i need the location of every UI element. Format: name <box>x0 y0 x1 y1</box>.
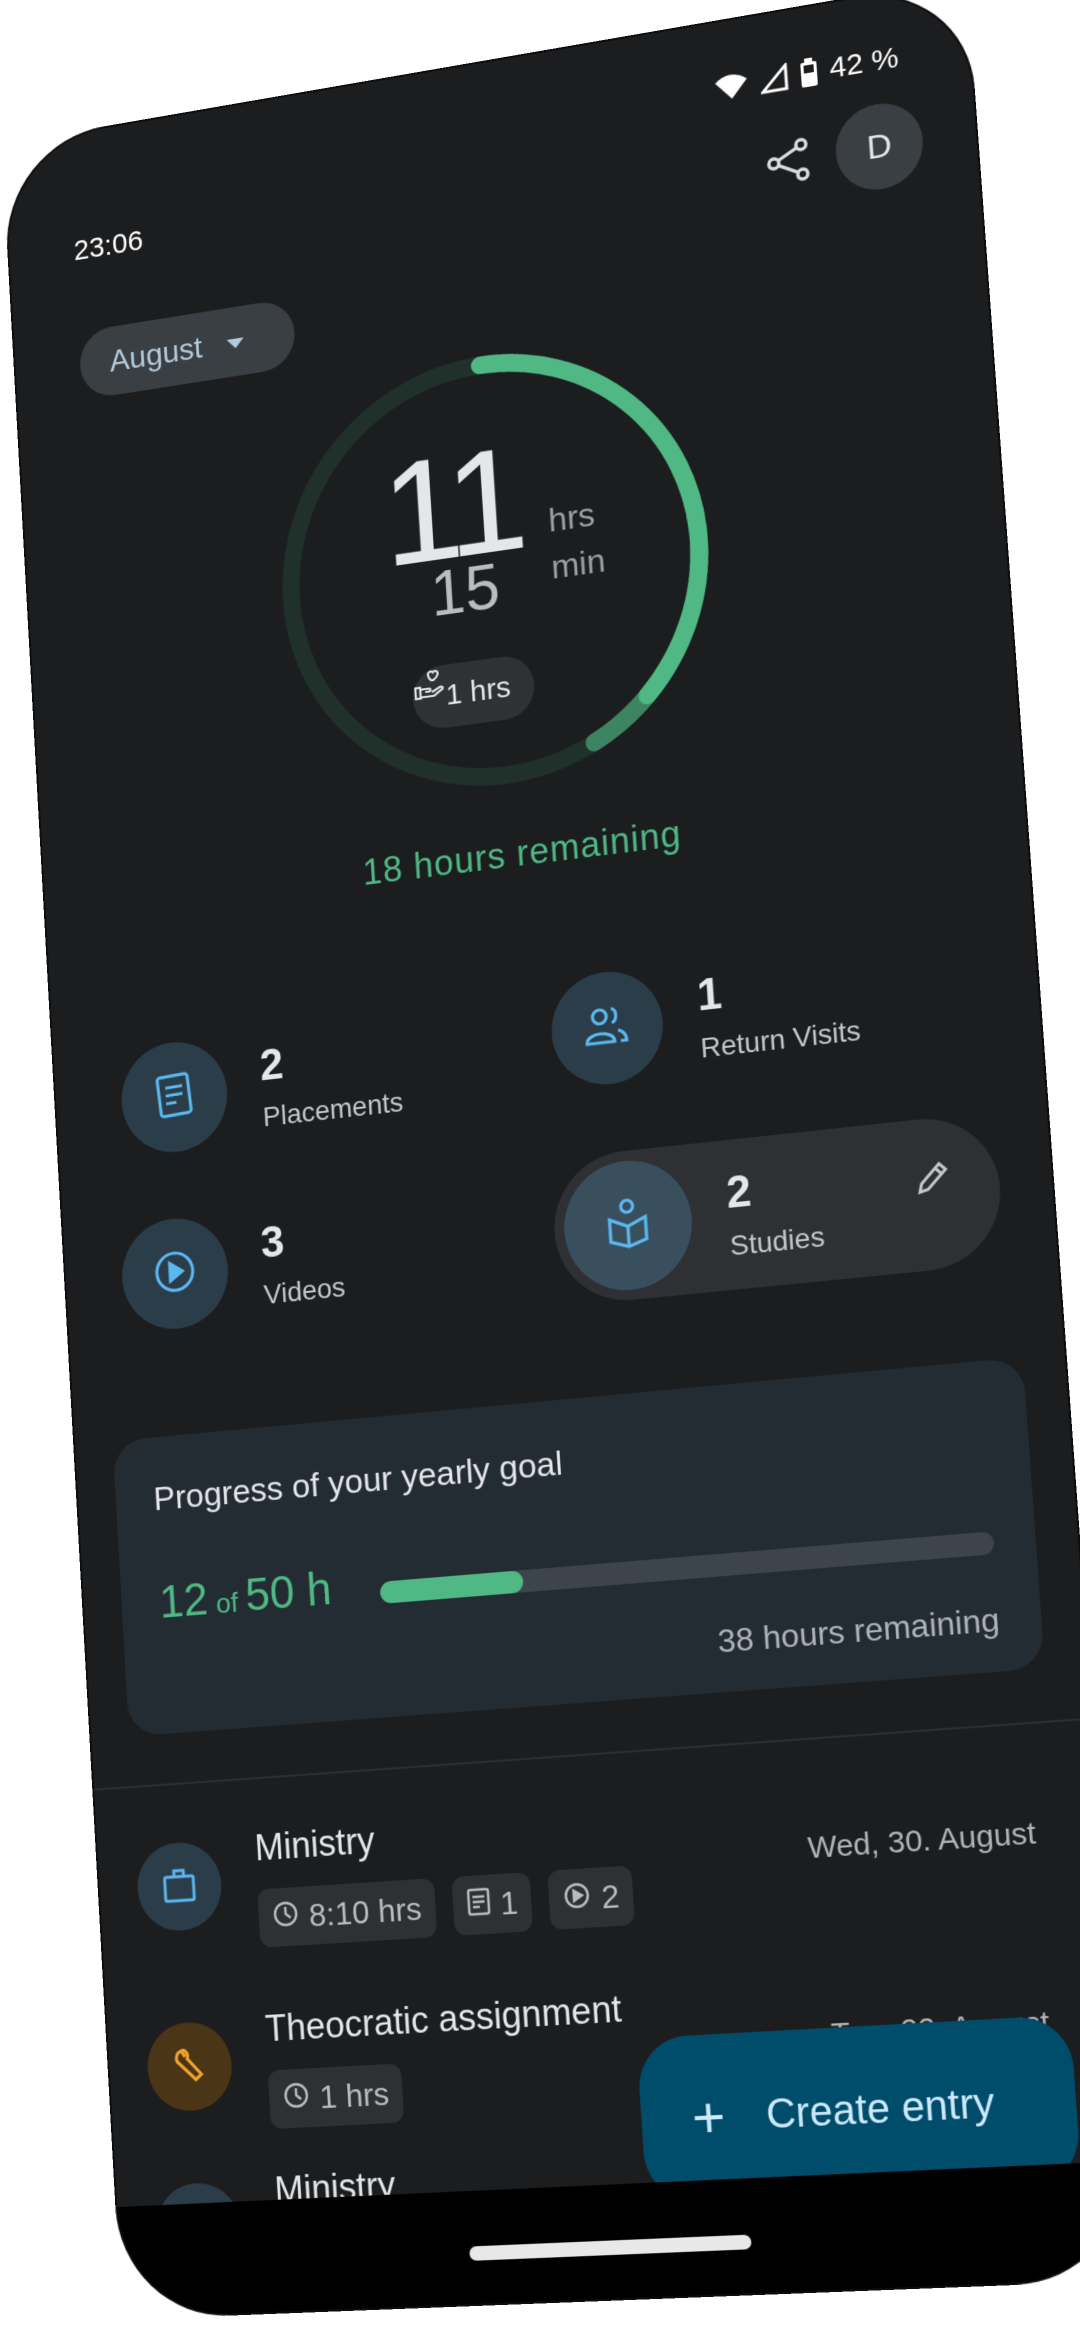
stat-value: 2 <box>724 1165 753 1218</box>
divider <box>94 1717 1080 1791</box>
document-icon <box>152 1069 196 1125</box>
minutes-unit: min <box>550 541 607 587</box>
stat-label: Videos <box>262 1271 347 1311</box>
stat-icon-circle <box>119 1213 232 1334</box>
signal-icon <box>759 63 789 95</box>
dropdown-arrow-icon <box>226 337 244 350</box>
status-time: 23:06 <box>72 224 144 268</box>
hours-value: 8:10 hrs <box>307 1889 423 1934</box>
home-indicator[interactable] <box>469 2234 752 2261</box>
entry-date: Wed, 30. August <box>806 1816 1037 1866</box>
stat-icon-circle <box>548 965 667 1091</box>
stat-placements[interactable]: 2 Placements <box>118 1016 405 1158</box>
stat-label: Return Visits <box>699 1014 862 1065</box>
edit-studies-button[interactable] <box>904 1153 959 1209</box>
goal-target: 50 h <box>243 1562 333 1621</box>
goal-remaining: 38 hours remaining <box>716 1600 1001 1660</box>
goal-amount: 12 of 50 h <box>158 1561 333 1629</box>
goal-current: 12 <box>157 1572 210 1628</box>
stat-studies[interactable]: 2 Studies <box>549 1111 1006 1307</box>
minutes-value: 15 <box>428 550 502 631</box>
play-circle-icon <box>562 1879 592 1919</box>
stat-label: Studies <box>728 1221 826 1262</box>
goal-of: of <box>215 1586 240 1620</box>
videos-value: 2 <box>600 1877 621 1916</box>
people-icon <box>581 1001 634 1055</box>
document-icon <box>465 1885 491 1924</box>
status-icons: 42 % <box>713 41 900 105</box>
placements-value: 1 <box>498 1883 519 1922</box>
goal-progress-bar <box>379 1531 995 1604</box>
monthly-hours-ring: 11 hrs 15 min 1 hrs <box>259 311 734 823</box>
avatar[interactable]: D <box>832 97 926 197</box>
stat-label: Placements <box>262 1086 405 1133</box>
stat-videos[interactable]: 3 Videos <box>119 1201 347 1334</box>
entry-icon-circle <box>145 2020 235 2114</box>
phone-screen: 23:06 42 % D August 1 1 hrs 15 min 1 hrs … <box>3 0 1080 2318</box>
wrench-icon <box>169 2043 210 2090</box>
hours-chip: 1 hrs <box>267 2063 405 2130</box>
clock-icon <box>271 1898 300 1937</box>
stage: 23:06 42 % D August 1 1 hrs 15 min 1 hrs … <box>0 0 1080 2340</box>
entry-title: Theocratic assignment <box>264 1987 623 2050</box>
pencil-icon <box>910 1156 954 1206</box>
play-circle-icon <box>151 1245 199 1301</box>
placements-chip: 1 <box>451 1871 534 1936</box>
credit-hours-label: 1 hrs <box>444 670 512 712</box>
videos-chip: 2 <box>547 1865 636 1931</box>
goal-progress-fill <box>379 1570 525 1604</box>
briefcase-icon <box>160 1863 199 1910</box>
create-entry-label: Create entry <box>764 2079 997 2138</box>
stat-return-visits[interactable]: 1 Return Visits <box>548 943 862 1091</box>
share-icon <box>762 132 816 194</box>
entry-title: Ministry <box>253 1819 376 1869</box>
hours-value: 1 hrs <box>318 2074 390 2115</box>
stat-value: 2 <box>258 1039 285 1090</box>
wifi-icon <box>713 69 749 102</box>
goal-title: Progress of your yearly goal <box>152 1444 564 1519</box>
month-remaining-text: 18 hours remaining <box>361 812 683 893</box>
reading-person-icon <box>602 1193 654 1257</box>
stat-icon-circle <box>118 1036 231 1158</box>
stat-icon-circle <box>560 1154 697 1296</box>
stat-value: 3 <box>259 1216 286 1268</box>
share-button[interactable] <box>752 123 827 203</box>
plus-icon: + <box>689 2083 728 2151</box>
stat-value: 1 <box>695 968 724 1021</box>
entry-chips: 1 hrs <box>267 2063 405 2130</box>
battery-icon <box>799 57 819 89</box>
hours-unit: hrs <box>547 495 596 540</box>
yearly-goal-card[interactable]: Progress of your yearly goal 12 of 50 h … <box>112 1356 1045 1737</box>
entry-chips: 8:10 hrs 1 2 <box>257 1865 636 1948</box>
clock-icon <box>282 2079 311 2118</box>
battery-percent: 42 % <box>828 40 900 86</box>
entry-icon-circle <box>135 1839 224 1934</box>
hours-chip: 8:10 hrs <box>257 1878 437 1948</box>
month-label: August <box>108 329 204 378</box>
